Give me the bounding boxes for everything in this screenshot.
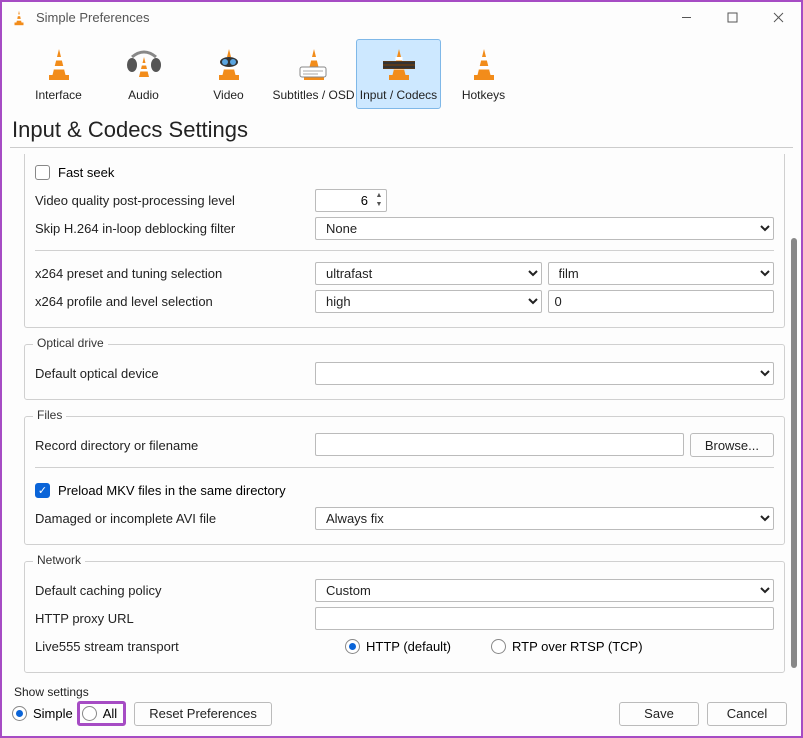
damaged-avi-label: Damaged or incomplete AVI file	[35, 511, 315, 526]
category-interface[interactable]: Interface	[16, 39, 101, 109]
rtp-radio-option[interactable]: RTP over RTSP (TCP)	[491, 639, 643, 654]
optical-device-label: Default optical device	[35, 366, 315, 381]
record-dir-label: Record directory or filename	[35, 438, 315, 453]
category-label: Subtitles / OSD	[272, 88, 354, 102]
maximize-button[interactable]	[709, 3, 755, 33]
category-label: Video	[213, 88, 243, 102]
hotkeys-icon	[460, 44, 508, 86]
x264-preset-select[interactable]: ultrafast	[315, 262, 542, 285]
category-label: Input / Codecs	[360, 88, 437, 102]
simple-radio-label: Simple	[33, 706, 73, 721]
optical-device-select[interactable]	[315, 362, 774, 385]
category-video[interactable]: Video	[186, 39, 271, 109]
x264-level-input[interactable]	[548, 290, 775, 313]
skip-deblocking-select[interactable]: None	[315, 217, 774, 240]
radio-icon	[82, 706, 97, 721]
vlc-app-icon	[10, 9, 28, 27]
save-button[interactable]: Save	[619, 702, 699, 726]
live555-label: Live555 stream transport	[35, 639, 315, 654]
fast-seek-checkbox[interactable]	[35, 165, 50, 180]
titlebar: Simple Preferences	[2, 2, 801, 33]
video-icon	[205, 44, 253, 86]
audio-icon	[120, 44, 168, 86]
optical-legend: Optical drive	[33, 336, 108, 350]
category-toolbar: Interface Audio Video Subtitles / OSD In…	[2, 33, 801, 113]
subtitles-icon	[290, 44, 338, 86]
x264-profile-select[interactable]: high	[315, 290, 542, 313]
spin-down-icon[interactable]: ▼	[372, 200, 386, 209]
caching-policy-label: Default caching policy	[35, 583, 315, 598]
fast-seek-label: Fast seek	[58, 165, 114, 180]
codecs-group: Fast seek Video quality post-processing …	[24, 154, 785, 328]
divider	[35, 467, 774, 468]
all-radio-highlight: All	[77, 701, 126, 726]
settings-content: Fast seek Video quality post-processing …	[2, 148, 801, 681]
files-legend: Files	[33, 408, 66, 422]
network-group: Network Default caching policy Custom HT…	[24, 561, 785, 673]
x264-tuning-select[interactable]: film	[548, 262, 775, 285]
page-title: Input & Codecs Settings	[2, 113, 801, 145]
video-quality-label: Video quality post-processing level	[35, 193, 315, 208]
all-radio-option[interactable]: All	[82, 706, 117, 721]
category-subtitles[interactable]: Subtitles / OSD	[271, 39, 356, 109]
radio-icon	[491, 639, 506, 654]
http-proxy-label: HTTP proxy URL	[35, 611, 315, 626]
preferences-window: Simple Preferences Interface Audio Video…	[0, 0, 803, 738]
cancel-button[interactable]: Cancel	[707, 702, 787, 726]
radio-icon	[12, 706, 27, 721]
category-hotkeys[interactable]: Hotkeys	[441, 39, 526, 109]
x264-profile-label: x264 profile and level selection	[35, 294, 315, 309]
category-label: Interface	[35, 88, 82, 102]
codecs-icon	[375, 44, 423, 86]
video-quality-value: 6	[316, 193, 372, 208]
preload-mkv-label: Preload MKV files in the same directory	[58, 483, 286, 498]
skip-deblocking-label: Skip H.264 in-loop deblocking filter	[35, 221, 315, 236]
x264-preset-label: x264 preset and tuning selection	[35, 266, 315, 281]
optical-group: Optical drive Default optical device	[24, 344, 785, 400]
show-settings-legend: Show settings	[14, 685, 787, 699]
fast-seek-row: Fast seek	[35, 160, 774, 184]
caching-policy-select[interactable]: Custom	[315, 579, 774, 602]
simple-radio-option[interactable]: Simple	[12, 706, 73, 721]
network-legend: Network	[33, 553, 85, 567]
category-label: Audio	[128, 88, 159, 102]
category-input-codecs[interactable]: Input / Codecs	[356, 39, 441, 109]
interface-icon	[35, 44, 83, 86]
all-radio-label: All	[103, 706, 117, 721]
files-group: Files Record directory or filename Brows…	[24, 416, 785, 545]
vertical-scrollbar[interactable]	[791, 238, 797, 668]
category-label: Hotkeys	[462, 88, 505, 102]
browse-button[interactable]: Browse...	[690, 433, 774, 457]
http-proxy-input[interactable]	[315, 607, 774, 630]
damaged-avi-select[interactable]: Always fix	[315, 507, 774, 530]
window-title: Simple Preferences	[36, 10, 663, 25]
category-audio[interactable]: Audio	[101, 39, 186, 109]
spin-up-icon[interactable]: ▲	[372, 191, 386, 200]
reset-preferences-button[interactable]: Reset Preferences	[134, 702, 272, 726]
http-radio-label: HTTP (default)	[366, 639, 451, 654]
close-button[interactable]	[755, 3, 801, 33]
radio-icon	[345, 639, 360, 654]
http-radio-option[interactable]: HTTP (default)	[345, 639, 451, 654]
preload-mkv-checkbox[interactable]: ✓	[35, 483, 50, 498]
minimize-button[interactable]	[663, 3, 709, 33]
record-dir-input[interactable]	[315, 433, 684, 456]
video-quality-spinner[interactable]: 6 ▲▼	[315, 189, 387, 212]
rtp-radio-label: RTP over RTSP (TCP)	[512, 639, 643, 654]
divider	[35, 250, 774, 251]
footer: Show settings Simple All Reset Preferenc…	[2, 681, 801, 736]
